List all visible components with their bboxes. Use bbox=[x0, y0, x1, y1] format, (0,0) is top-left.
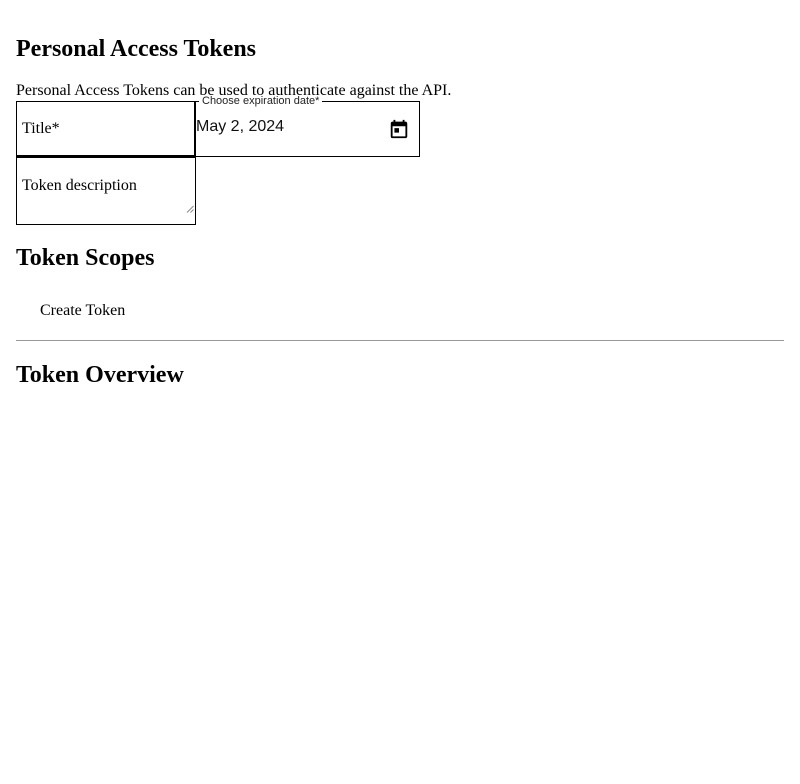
description-textarea[interactable] bbox=[17, 158, 195, 210]
calendar-icon[interactable] bbox=[388, 118, 410, 140]
expiration-date-field[interactable]: Choose expiration date* May 2, 2024 bbox=[196, 95, 420, 157]
title-input[interactable] bbox=[17, 102, 194, 155]
expiration-date-label: Choose expiration date* bbox=[199, 95, 323, 108]
create-token-button[interactable]: Create Token bbox=[40, 302, 125, 320]
description-field[interactable] bbox=[16, 157, 196, 225]
divider bbox=[16, 340, 784, 341]
expiration-date-value[interactable]: May 2, 2024 bbox=[196, 118, 284, 136]
resize-grip-icon[interactable] bbox=[186, 200, 194, 213]
token-overview-heading: Token Overview bbox=[16, 362, 184, 388]
title-field[interactable] bbox=[16, 101, 196, 157]
token-scopes-heading: Token Scopes bbox=[16, 245, 155, 271]
page-title: Personal Access Tokens bbox=[16, 36, 257, 62]
